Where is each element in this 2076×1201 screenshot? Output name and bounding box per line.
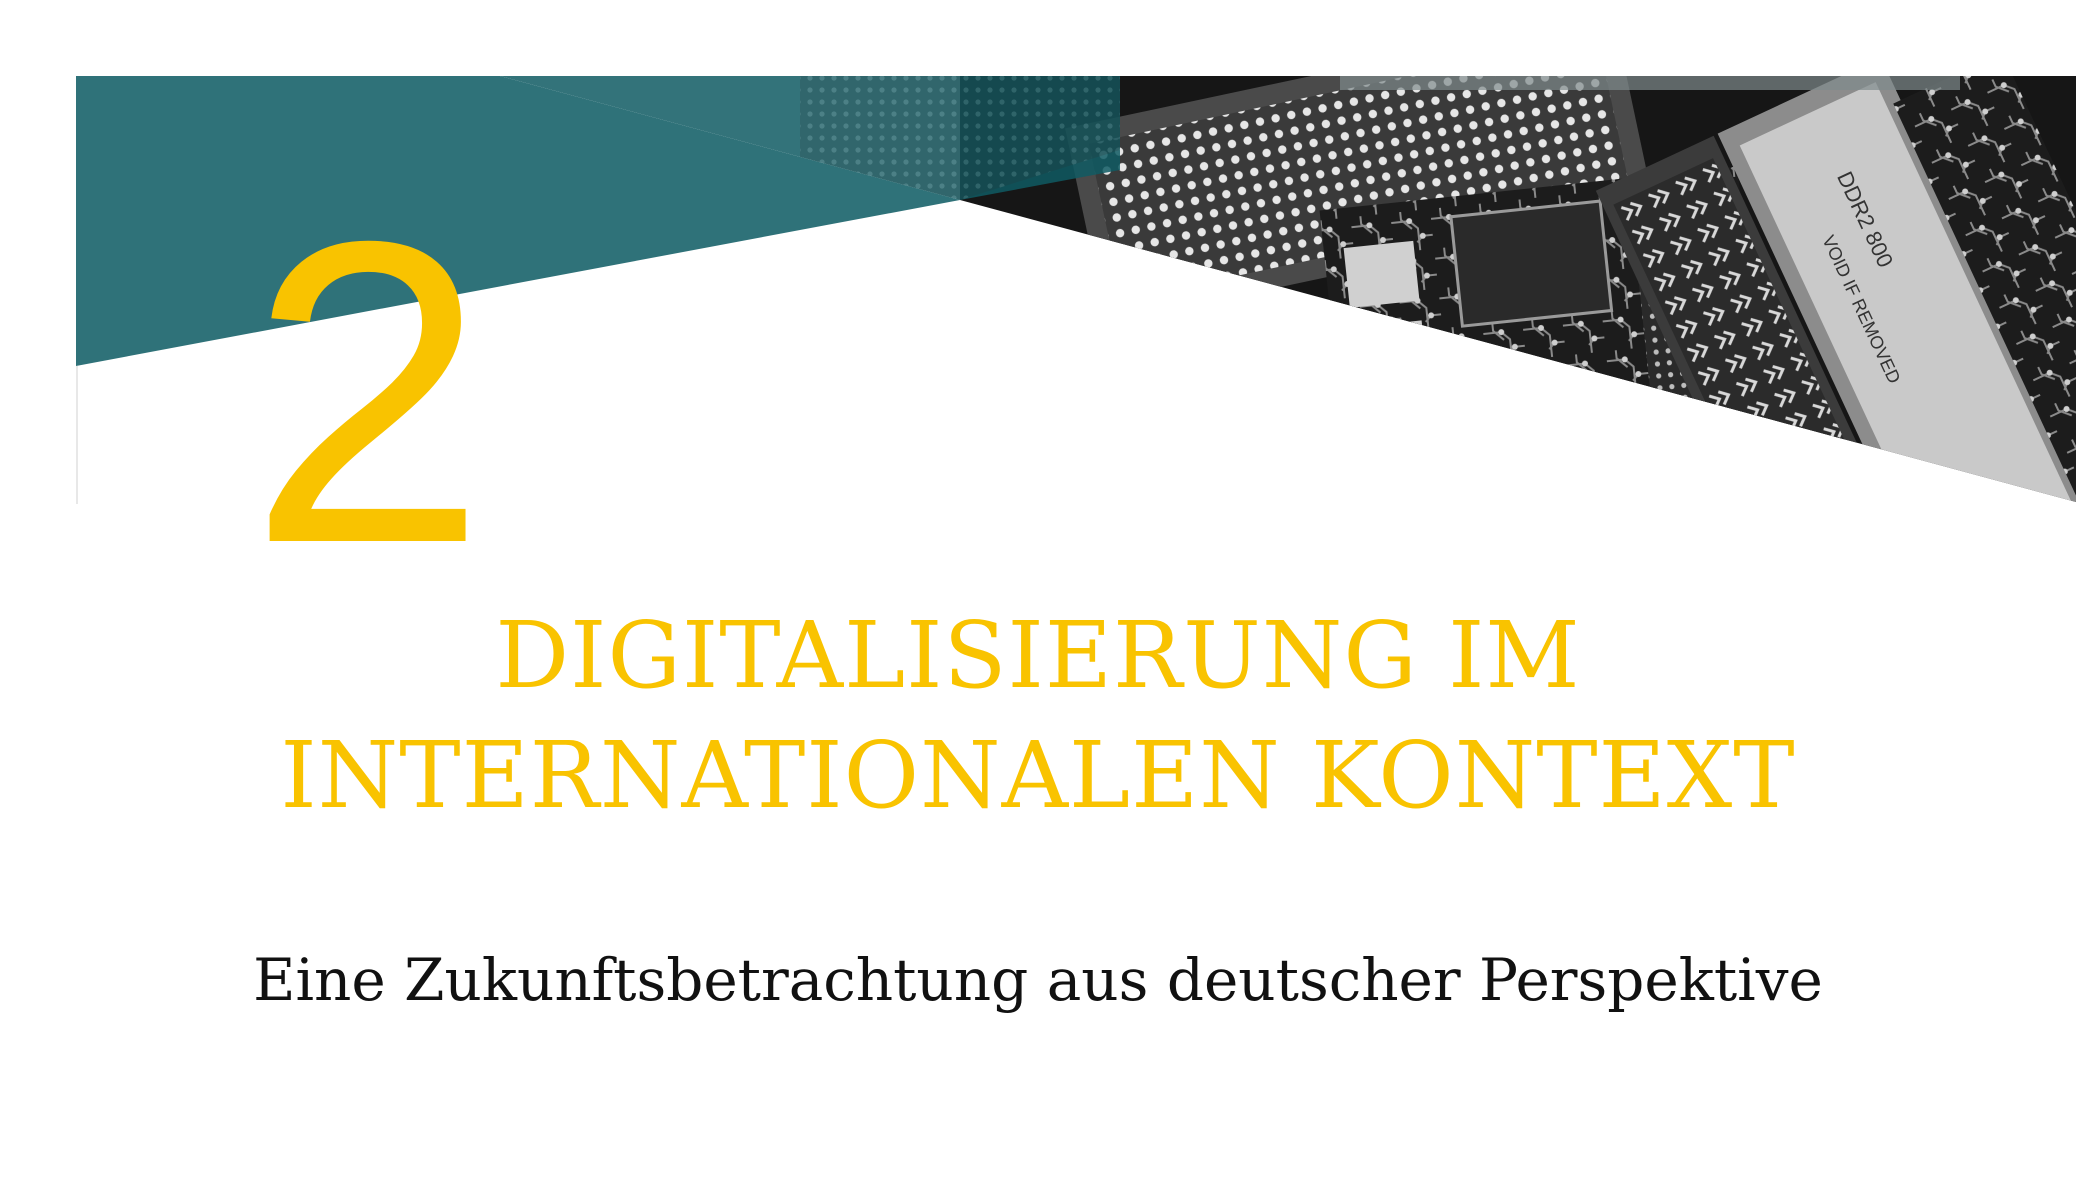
chapter-title: DIGITALISIERUNG IM INTERNATIONALEN KONTE… [0,596,2076,836]
chapter-number: 2 [248,153,488,633]
chapter-title-line-2: INTERNATIONALEN KONTEXT [280,722,1796,829]
chapter-title-line-1: DIGITALISIERUNG IM [495,602,1581,709]
circuit-board-photo: DDR2 800 VOID IF REMOVED [960,76,2076,502]
chapter-subtitle: Eine Zukunftsbetrachtung aus deutscher P… [253,946,1823,1014]
